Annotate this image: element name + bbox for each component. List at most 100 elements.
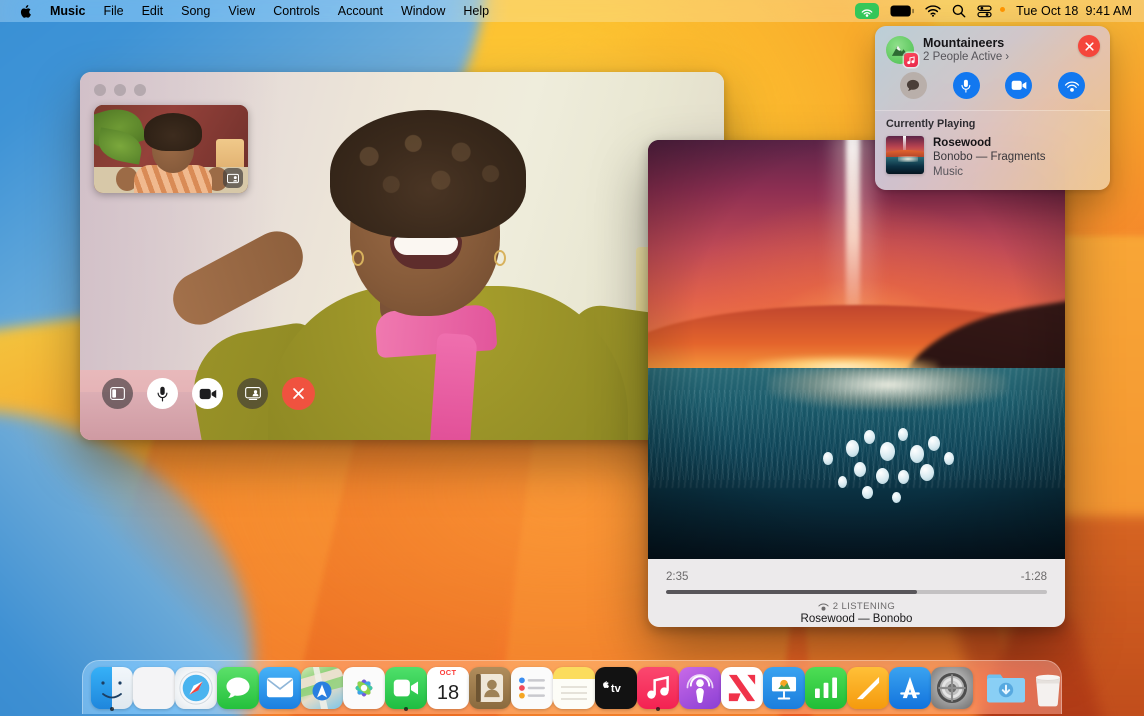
person-rect-icon[interactable] bbox=[223, 168, 243, 188]
currently-playing-row[interactable]: Rosewood Bonobo — Fragments Music bbox=[886, 136, 1099, 180]
music-note-badge-icon bbox=[904, 53, 918, 67]
popover-track-title: Rosewood bbox=[933, 136, 1046, 150]
shareplay-header: Mountaineers 2 People Active › bbox=[875, 26, 1110, 106]
shareplay-group-subtitle-row[interactable]: 2 People Active › bbox=[923, 50, 1009, 65]
dock-item-mail[interactable] bbox=[259, 664, 301, 712]
menu-item-file[interactable]: File bbox=[94, 0, 132, 22]
popover-source-app: Music bbox=[933, 165, 1046, 180]
dock-item-pages[interactable] bbox=[847, 664, 889, 712]
shareplay-now-playing-section: Currently Playing Rosewood Bonobo — Frag… bbox=[875, 110, 1110, 190]
music-playback-window[interactable]: 2:35 -1:28 2 LISTENING Rosewood — Bonobo bbox=[648, 140, 1065, 627]
dock-item-numbers[interactable] bbox=[805, 664, 847, 712]
participant-left-earring bbox=[352, 250, 364, 266]
minimize-window-button[interactable] bbox=[114, 84, 126, 96]
running-indicator bbox=[404, 707, 408, 711]
dock-item-music[interactable] bbox=[637, 664, 679, 712]
video-button[interactable] bbox=[1005, 72, 1032, 99]
close-window-button[interactable] bbox=[94, 84, 106, 96]
menu-item-music[interactable]: Music bbox=[41, 0, 94, 22]
facetime-self-preview[interactable] bbox=[94, 105, 248, 193]
facetime-call-controls[interactable] bbox=[102, 377, 315, 410]
downloads-folder-icon bbox=[985, 667, 1027, 709]
dock-item-photos[interactable] bbox=[343, 664, 385, 712]
safari-icon bbox=[175, 667, 217, 709]
shareplay-group-meta: Mountaineers 2 People Active › bbox=[923, 36, 1009, 65]
sidebar-toggle-button[interactable] bbox=[102, 378, 133, 409]
dock-item-maps[interactable] bbox=[301, 664, 343, 712]
dock-item-contacts[interactable] bbox=[469, 664, 511, 712]
wifi-icon[interactable] bbox=[925, 5, 941, 17]
dock-item-calendar[interactable]: OCT 18 bbox=[427, 664, 469, 712]
share-screen-button[interactable] bbox=[237, 378, 268, 409]
sidebar-icon bbox=[110, 387, 125, 400]
popover-track-artist: Bonobo — Fragments bbox=[933, 150, 1046, 165]
dock-item-appstore[interactable] bbox=[889, 664, 931, 712]
shareplay-small-icon bbox=[818, 602, 829, 611]
trash-icon bbox=[1027, 667, 1069, 709]
podcasts-icon bbox=[679, 667, 721, 709]
menu-item-account[interactable]: Account bbox=[329, 0, 392, 22]
menu-item-help[interactable]: Help bbox=[454, 0, 498, 22]
shareplay-popover[interactable]: Mountaineers 2 People Active › bbox=[875, 26, 1110, 190]
menu-item-song[interactable]: Song bbox=[172, 0, 219, 22]
menu-item-controls[interactable]: Controls bbox=[264, 0, 329, 22]
menu-item-edit[interactable]: Edit bbox=[133, 0, 173, 22]
control-center-icon[interactable] bbox=[977, 5, 992, 18]
camera-button[interactable] bbox=[192, 378, 223, 409]
dock-item-notes[interactable] bbox=[553, 664, 595, 712]
menu-bar-status-area: Tue Oct 18 9:41 AM bbox=[855, 3, 1144, 19]
dock-item-downloads[interactable] bbox=[985, 664, 1027, 712]
dock-item-finder[interactable] bbox=[91, 664, 133, 712]
dock-item-reminders[interactable] bbox=[511, 664, 553, 712]
menu-bar-clock[interactable]: Tue Oct 18 9:41 AM bbox=[1016, 4, 1132, 18]
menu-item-view[interactable]: View bbox=[219, 0, 264, 22]
search-icon[interactable] bbox=[952, 4, 966, 18]
facetime-call-window[interactable] bbox=[80, 72, 724, 440]
dock-item-launchpad[interactable] bbox=[133, 664, 175, 712]
elapsed-time: 2:35 bbox=[666, 571, 688, 583]
close-x-icon bbox=[1084, 41, 1095, 52]
dock-item-podcasts[interactable] bbox=[679, 664, 721, 712]
chat-bubble-icon bbox=[906, 79, 920, 92]
dock-item-keynote[interactable] bbox=[763, 664, 805, 712]
mail-icon bbox=[259, 667, 301, 709]
running-indicator bbox=[656, 707, 660, 711]
pages-icon bbox=[847, 667, 889, 709]
microphone-button[interactable] bbox=[953, 72, 980, 99]
playback-progress-fill bbox=[666, 590, 917, 594]
shareplay-group-row[interactable]: Mountaineers 2 People Active › bbox=[886, 36, 1099, 65]
menu-bar-left: Music File Edit Song View Controls Accou… bbox=[0, 0, 498, 22]
messages-button[interactable] bbox=[900, 72, 927, 99]
dock-item-facetime[interactable] bbox=[385, 664, 427, 712]
close-shareplay-button[interactable] bbox=[1078, 35, 1100, 57]
settings-gear-icon bbox=[931, 667, 973, 709]
battery-icon[interactable] bbox=[890, 5, 914, 17]
news-icon bbox=[721, 667, 763, 709]
end-call-button[interactable] bbox=[282, 377, 315, 410]
shareplay-button[interactable] bbox=[1058, 72, 1085, 99]
dock-item-trash[interactable] bbox=[1027, 664, 1069, 712]
launchpad-icon bbox=[133, 667, 175, 709]
zoom-window-button[interactable] bbox=[134, 84, 146, 96]
dock-item-tv[interactable]: tv bbox=[595, 664, 637, 712]
menu-bar: Music File Edit Song View Controls Accou… bbox=[0, 0, 1144, 22]
dock[interactable]: OCT 18 bbox=[82, 660, 1062, 714]
messages-icon bbox=[217, 667, 259, 709]
playback-scrubber[interactable] bbox=[666, 590, 1047, 594]
calendar-month: OCT bbox=[427, 667, 469, 678]
dock-item-news[interactable] bbox=[721, 664, 763, 712]
music-icon bbox=[637, 667, 679, 709]
dock-item-settings[interactable] bbox=[931, 664, 973, 712]
dock-item-safari[interactable] bbox=[175, 664, 217, 712]
menu-item-window[interactable]: Window bbox=[392, 0, 454, 22]
dock-item-messages[interactable] bbox=[217, 664, 259, 712]
window-traffic-lights[interactable] bbox=[94, 84, 146, 96]
screen-share-icon bbox=[245, 387, 261, 400]
apple-menu-icon[interactable] bbox=[10, 0, 41, 22]
running-indicator bbox=[110, 707, 114, 711]
shareplay-group-name: Mountaineers bbox=[923, 36, 1009, 50]
microphone-button[interactable] bbox=[147, 378, 178, 409]
shareplay-icon[interactable] bbox=[855, 3, 879, 19]
currently-playing-meta: Rosewood Bonobo — Fragments Music bbox=[933, 136, 1046, 180]
shareplay-button-row[interactable] bbox=[875, 72, 1110, 99]
